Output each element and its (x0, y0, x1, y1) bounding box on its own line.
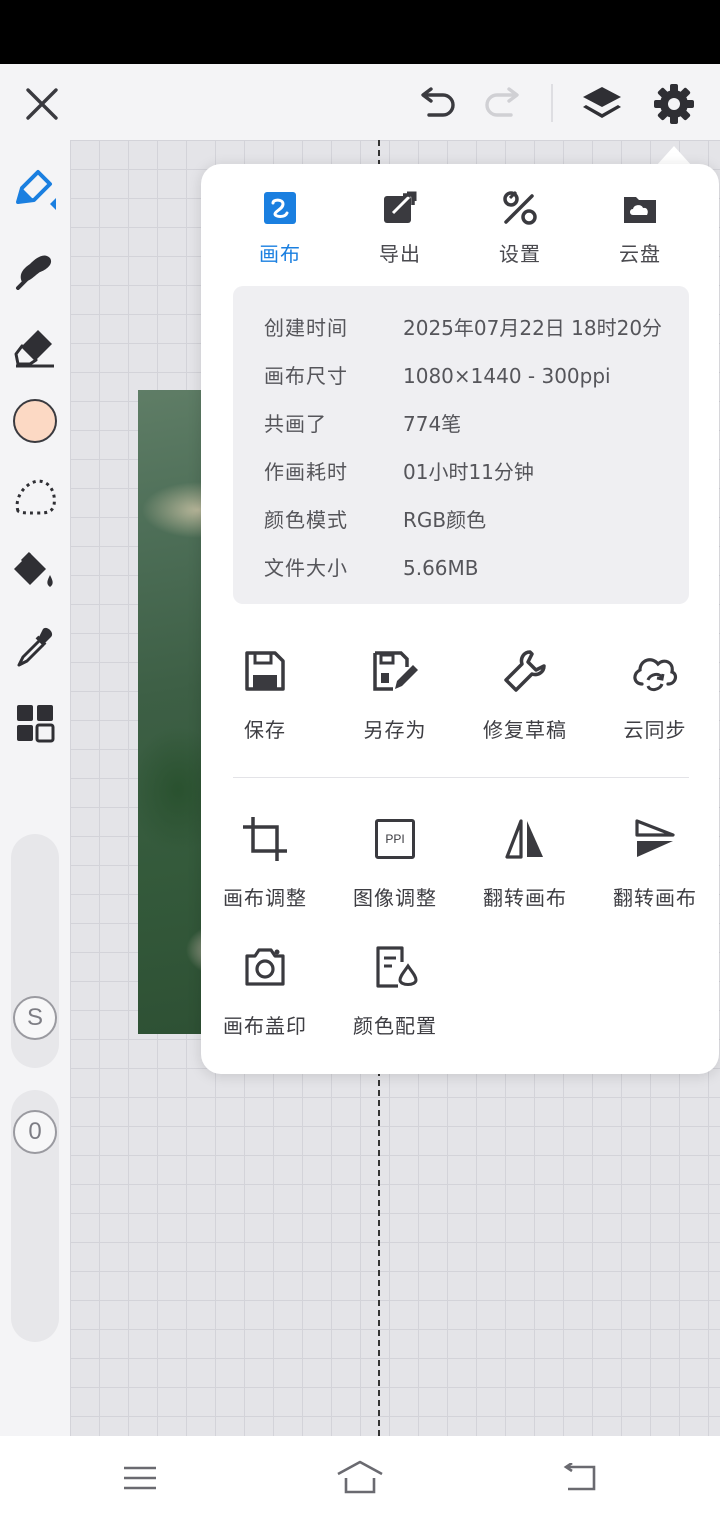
action-label: 画布调整 (223, 886, 307, 910)
system-nav-bar (0, 1436, 720, 1520)
layers-icon[interactable] (578, 80, 626, 128)
close-icon[interactable] (20, 82, 64, 126)
brush-tool-icon[interactable] (10, 164, 60, 214)
tab-export[interactable]: 导出 (345, 188, 455, 268)
info-row-size: 画布尺寸 1080×1440 - 300ppi (233, 356, 689, 396)
info-value: 774笔 (403, 412, 462, 436)
info-key: 画布尺寸 (264, 364, 348, 388)
tab-cloud-drive[interactable]: 云盘 (585, 188, 695, 268)
canvas-stamp-button[interactable]: 画布盖印 (205, 942, 325, 1039)
info-row-created: 创建时间 2025年07月22日 18时20分 (233, 308, 689, 348)
tab-label: 云盘 (619, 242, 661, 266)
save-icon (205, 646, 325, 696)
info-key: 文件大小 (264, 556, 348, 580)
top-toolbar (0, 64, 720, 140)
info-value: 2025年07月22日 18时20分 (403, 316, 663, 340)
info-key: 共画了 (264, 412, 327, 436)
repair-draft-button[interactable]: 修复草稿 (465, 646, 585, 743)
cloud-sync-button[interactable]: 云同步 (595, 646, 715, 743)
flip-canvas-horizontal-button[interactable]: 翻转画布 (465, 814, 585, 911)
info-row-color-mode: 颜色模式 RGB颜色 (233, 500, 689, 540)
tab-label: 设置 (499, 242, 541, 266)
tab-settings[interactable]: 设置 (465, 188, 575, 268)
redo-icon[interactable] (480, 82, 526, 126)
crop-icon (205, 814, 325, 864)
left-toolbar: S 0 (0, 140, 70, 1436)
action-label: 云同步 (623, 718, 687, 742)
export-icon (345, 188, 455, 228)
popup-caret (656, 146, 692, 166)
menu-icon[interactable] (116, 1454, 164, 1502)
info-row-duration: 作画耗时 01小时11分钟 (233, 452, 689, 492)
info-row-file-size: 文件大小 5.66MB (233, 548, 689, 588)
camera-icon (205, 942, 325, 992)
save-as-button[interactable]: 另存为 (335, 646, 455, 743)
action-label: 保存 (244, 718, 286, 742)
canvas-adjust-button[interactable]: 画布调整 (205, 814, 325, 911)
grid-menu-icon[interactable] (10, 698, 60, 748)
eraser-tool-icon[interactable] (10, 322, 60, 372)
menu-divider (233, 777, 689, 778)
opacity-knob[interactable]: 0 (13, 1110, 57, 1154)
undo-icon[interactable] (414, 82, 460, 126)
status-bar (0, 0, 720, 64)
smudge-tool-icon[interactable] (10, 244, 60, 294)
home-icon[interactable] (336, 1454, 384, 1502)
color-profile-icon (335, 942, 455, 992)
cloud-drive-icon (585, 188, 695, 228)
tab-canvas[interactable]: 画布 (225, 188, 335, 268)
action-label: 翻转画布 (613, 886, 697, 910)
flip-horizontal-icon (465, 814, 585, 864)
fill-bucket-icon[interactable] (10, 546, 60, 596)
ppi-icon: PPI (335, 814, 455, 864)
color-profile-button[interactable]: 颜色配置 (335, 942, 455, 1039)
save-as-icon (335, 646, 455, 696)
info-value: RGB颜色 (403, 508, 487, 532)
info-value: 1080×1440 - 300ppi (403, 364, 611, 388)
settings-icon (465, 188, 575, 228)
info-value: 5.66MB (403, 556, 479, 580)
toolbar-separator (551, 84, 553, 122)
lasso-tool-icon[interactable] (10, 472, 60, 522)
info-key: 颜色模式 (264, 508, 348, 532)
gear-icon[interactable] (650, 80, 698, 128)
tab-label: 导出 (379, 242, 421, 266)
canvas-icon (225, 188, 335, 228)
repair-icon (465, 646, 585, 696)
info-row-strokes: 共画了 774笔 (233, 404, 689, 444)
tab-label: 画布 (259, 242, 301, 266)
action-label: 颜色配置 (353, 1014, 437, 1038)
action-label: 翻转画布 (483, 886, 567, 910)
flip-vertical-icon (595, 814, 715, 864)
color-swatch[interactable] (10, 396, 60, 446)
save-button[interactable]: 保存 (205, 646, 325, 743)
canvas-menu-popup: 画布 导出 设置 云盘 创建时间 2025年07月22日 18时20分 画布尺寸… (201, 164, 719, 1074)
canvas-info-panel: 创建时间 2025年07月22日 18时20分 画布尺寸 1080×1440 -… (233, 286, 689, 604)
back-icon[interactable] (556, 1454, 604, 1502)
action-label: 图像调整 (353, 886, 437, 910)
info-key: 作画耗时 (264, 460, 348, 484)
brush-size-knob[interactable]: S (13, 996, 57, 1040)
eyedropper-icon[interactable] (10, 622, 60, 672)
action-label: 画布盖印 (223, 1014, 307, 1038)
info-value: 01小时11分钟 (403, 460, 534, 484)
info-key: 创建时间 (264, 316, 348, 340)
flip-canvas-vertical-button[interactable]: 翻转画布 (595, 814, 715, 911)
image-adjust-button[interactable]: PPI 图像调整 (335, 814, 455, 911)
action-label: 另存为 (363, 718, 427, 742)
action-label: 修复草稿 (483, 718, 567, 742)
cloud-sync-icon (595, 646, 715, 696)
